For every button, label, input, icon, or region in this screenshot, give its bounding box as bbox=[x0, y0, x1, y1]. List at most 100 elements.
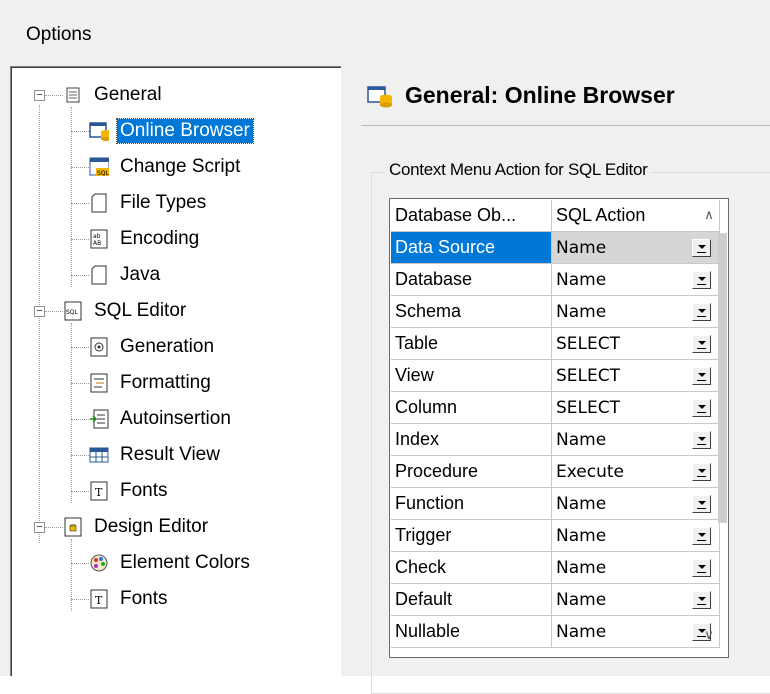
table-row[interactable]: Check Name bbox=[391, 552, 720, 584]
tree-item-formatting[interactable]: Formatting bbox=[89, 368, 214, 398]
table-row[interactable]: Database Name bbox=[391, 264, 720, 296]
grid-scrollbar[interactable]: ∧ ∨ bbox=[690, 200, 728, 656]
tree-label: Fonts bbox=[120, 480, 168, 501]
tree-item-sql-editor[interactable]: SQL SQL Editor bbox=[63, 296, 189, 326]
settings-page: General: Online Browser Context Menu Act… bbox=[345, 52, 770, 694]
panel-icon bbox=[63, 84, 83, 106]
dialog-title: Options bbox=[26, 24, 92, 45]
sql-action-value: Name bbox=[556, 269, 607, 290]
table-row[interactable]: Procedure Execute bbox=[391, 456, 720, 488]
tree-item-design-editor[interactable]: Design Editor bbox=[63, 512, 211, 542]
generation-icon bbox=[89, 336, 109, 358]
tree-label: Autoinsertion bbox=[120, 408, 231, 429]
column-header-object[interactable]: Database Ob... bbox=[391, 200, 552, 232]
tree-item-fonts[interactable]: T Fonts bbox=[89, 476, 171, 506]
tree-item-autoinsertion[interactable]: Autoinsertion bbox=[89, 404, 234, 434]
tree-item-online-browser[interactable]: Online Browser bbox=[89, 116, 254, 146]
table-row[interactable]: Data Source Name bbox=[391, 232, 720, 264]
sql-action-value: Execute bbox=[556, 461, 624, 482]
tree-item-design-fonts[interactable]: T Fonts bbox=[89, 584, 171, 614]
table-row[interactable]: View SELECT bbox=[391, 360, 720, 392]
tree-label: Encoding bbox=[120, 228, 200, 249]
file-icon bbox=[89, 264, 109, 286]
table-row[interactable]: Column SELECT bbox=[391, 392, 720, 424]
table-row[interactable]: Schema Name bbox=[391, 296, 720, 328]
tree-item-generation[interactable]: Generation bbox=[89, 332, 217, 362]
svg-text:T: T bbox=[95, 594, 103, 607]
table-grid-icon bbox=[89, 444, 109, 466]
database-object-cell[interactable]: Check bbox=[391, 552, 552, 584]
database-object-cell[interactable]: Trigger bbox=[391, 520, 552, 552]
tree-item-element-colors[interactable]: Element Colors bbox=[89, 548, 253, 578]
tree-item-general[interactable]: General bbox=[63, 80, 165, 110]
tree-label: Generation bbox=[120, 336, 215, 357]
sql-script-icon: SQL bbox=[89, 156, 109, 178]
sql-editor-icon: SQL bbox=[63, 300, 83, 322]
table-row[interactable]: Trigger Name bbox=[391, 520, 720, 552]
heading-divider bbox=[361, 125, 770, 126]
page-title-text: General: Online Browser bbox=[405, 82, 675, 108]
dialog-titlebar: Options bbox=[0, 0, 770, 52]
tree-label: Formatting bbox=[120, 372, 211, 393]
database-object-cell[interactable]: Function bbox=[391, 488, 552, 520]
scroll-thumb[interactable] bbox=[718, 233, 727, 523]
tree-label: File Types bbox=[120, 192, 207, 213]
font-icon: T bbox=[89, 480, 109, 502]
table-row[interactable]: Index Name bbox=[391, 424, 720, 456]
page-title: General: Online Browser bbox=[367, 82, 675, 109]
database-object-cell[interactable]: Column bbox=[391, 392, 552, 424]
expander-general[interactable]: − bbox=[34, 90, 45, 101]
file-icon bbox=[89, 192, 109, 214]
table-row[interactable]: Table SELECT bbox=[391, 328, 720, 360]
sql-action-value: Name bbox=[556, 525, 607, 546]
tree-label: Online Browser bbox=[116, 118, 254, 144]
svg-text:ab: ab bbox=[93, 233, 101, 240]
table-row[interactable]: Nullable Name bbox=[391, 616, 720, 648]
database-object-cell[interactable]: Index bbox=[391, 424, 552, 456]
scroll-up-icon[interactable]: ∧ bbox=[702, 207, 716, 222]
tree-label: Design Editor bbox=[94, 516, 209, 537]
grid-header-row: Database Ob... SQL Action bbox=[391, 200, 720, 232]
tree-label: Change Script bbox=[120, 156, 241, 177]
encoding-icon: ab AB bbox=[89, 228, 109, 250]
formatting-icon bbox=[89, 372, 109, 394]
sql-action-value: Name bbox=[556, 621, 607, 642]
expander-design-editor[interactable]: − bbox=[34, 522, 45, 533]
options-tree[interactable]: − − − General Online Browser SQL Change … bbox=[10, 66, 341, 676]
tree-item-result-view[interactable]: Result View bbox=[89, 440, 223, 470]
database-object-cell[interactable]: View bbox=[391, 360, 552, 392]
tree-item-encoding[interactable]: ab AB Encoding bbox=[89, 224, 202, 254]
sql-action-value: SELECT bbox=[556, 365, 620, 386]
groupbox-label: Context Menu Action for SQL Editor bbox=[385, 160, 652, 180]
table-row[interactable]: Function Name bbox=[391, 488, 720, 520]
database-object-cell[interactable]: Data Source bbox=[391, 232, 552, 264]
database-object-cell[interactable]: Procedure bbox=[391, 456, 552, 488]
sql-action-value: Name bbox=[556, 493, 607, 514]
sql-action-value: Name bbox=[556, 589, 607, 610]
sql-action-value: SELECT bbox=[556, 333, 620, 354]
database-browser-icon bbox=[367, 83, 393, 109]
table-row[interactable]: Default Name bbox=[391, 584, 720, 616]
database-object-cell[interactable]: Database bbox=[391, 264, 552, 296]
tree-label: Result View bbox=[120, 444, 220, 465]
sql-action-value: Name bbox=[556, 237, 607, 258]
database-object-cell[interactable]: Schema bbox=[391, 296, 552, 328]
sql-action-value: Name bbox=[556, 557, 607, 578]
dialog-body: − − − General Online Browser SQL Change … bbox=[0, 52, 770, 694]
palette-icon bbox=[89, 552, 109, 574]
tree-label: SQL Editor bbox=[94, 300, 187, 321]
sql-action-value: SELECT bbox=[556, 397, 620, 418]
svg-text:T: T bbox=[95, 486, 103, 499]
tree-item-file-types[interactable]: File Types bbox=[89, 188, 209, 218]
tree-item-change-script[interactable]: SQL Change Script bbox=[89, 152, 243, 182]
font-icon: T bbox=[89, 588, 109, 610]
expander-sql-editor[interactable]: − bbox=[34, 306, 45, 317]
database-object-cell[interactable]: Table bbox=[391, 328, 552, 360]
svg-text:AB: AB bbox=[93, 240, 101, 247]
sql-action-grid[interactable]: Database Ob... SQL Action Data Source Nam… bbox=[389, 198, 729, 658]
database-object-cell[interactable]: Nullable bbox=[391, 616, 552, 648]
svg-text:SQL: SQL bbox=[97, 170, 109, 177]
database-object-cell[interactable]: Default bbox=[391, 584, 552, 616]
scroll-down-icon[interactable]: ∨ bbox=[702, 627, 716, 642]
tree-item-java[interactable]: Java bbox=[89, 260, 163, 290]
